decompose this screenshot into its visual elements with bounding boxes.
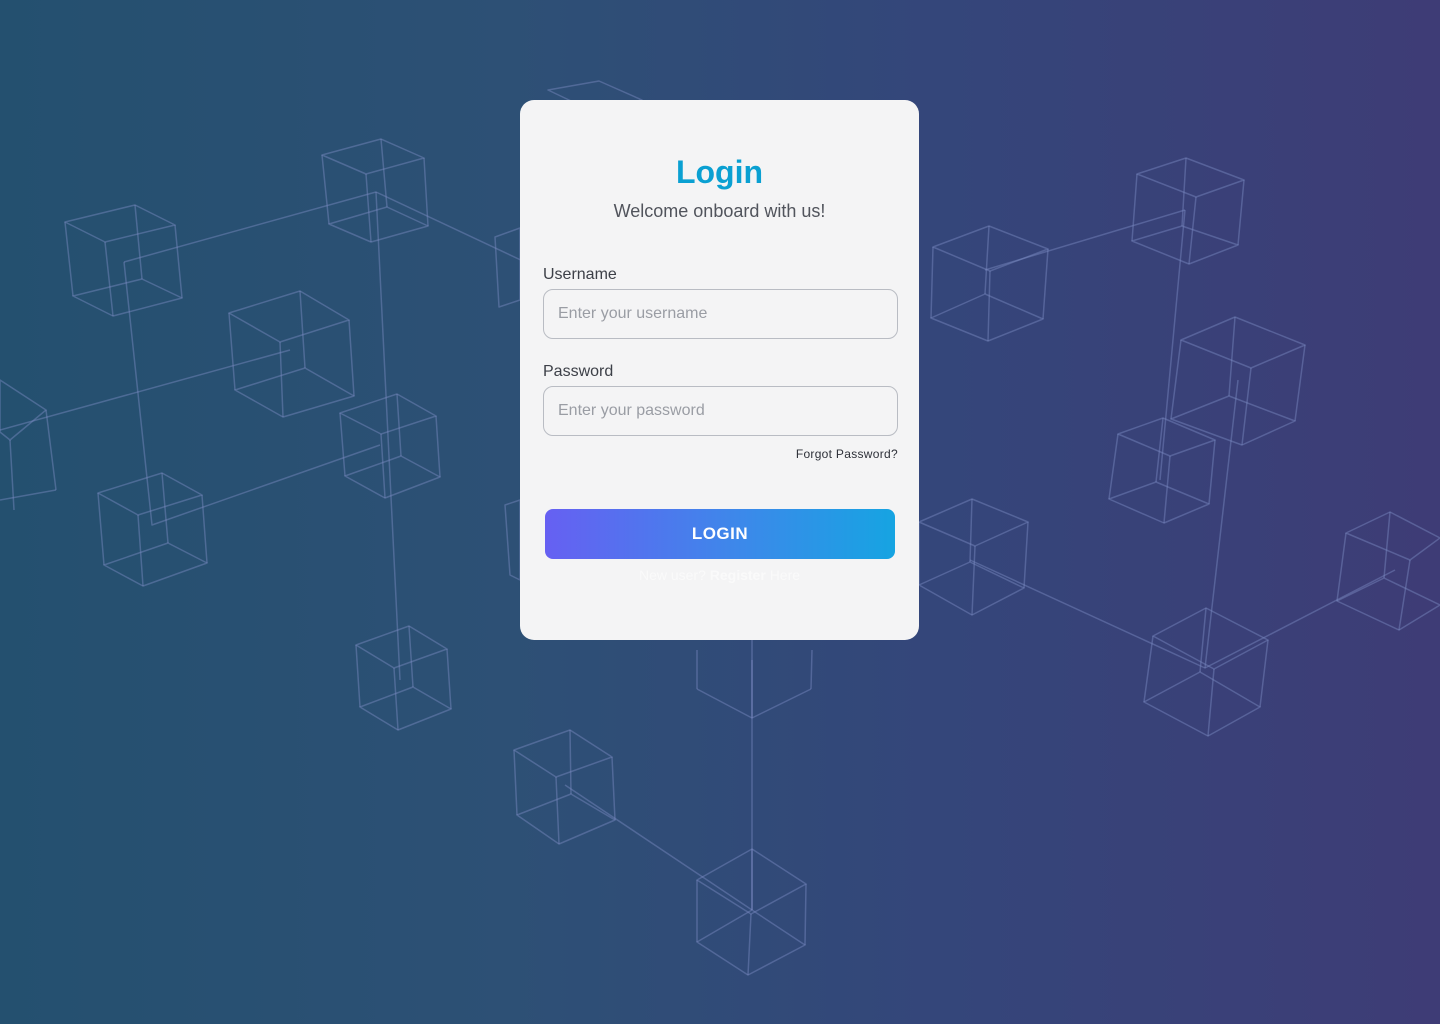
login-card: Login Welcome onboard with us! Username … bbox=[520, 100, 919, 640]
register-prompt-before: New user? bbox=[638, 567, 706, 583]
network-cube bbox=[1143, 607, 1269, 737]
register-prompt-after: Here bbox=[769, 567, 801, 583]
register-link[interactable]: Register bbox=[710, 567, 766, 583]
login-title: Login bbox=[675, 154, 764, 190]
password-label: Password bbox=[543, 363, 614, 380]
network-cube bbox=[696, 649, 813, 719]
network-cube bbox=[1108, 417, 1216, 524]
username-label: Username bbox=[543, 266, 617, 283]
login-subtitle: Welcome onboard with us! bbox=[613, 201, 826, 221]
network-cube bbox=[0, 379, 57, 511]
network-cube bbox=[1131, 157, 1245, 265]
forgot-password-link[interactable]: Forgot Password? bbox=[796, 447, 898, 461]
login-button[interactable]: LOGIN bbox=[545, 509, 895, 559]
network-cube bbox=[930, 225, 1049, 342]
network-cube bbox=[97, 472, 208, 587]
network-cube bbox=[494, 227, 521, 308]
network-cube bbox=[918, 498, 1029, 616]
register-prompt: New user? Register Here bbox=[520, 567, 919, 583]
network-cube bbox=[64, 204, 183, 317]
network-cube bbox=[1336, 511, 1440, 631]
network-cube bbox=[321, 138, 429, 243]
username-input[interactable] bbox=[543, 289, 898, 339]
network-cube bbox=[228, 290, 355, 418]
network-cube bbox=[696, 848, 807, 976]
network-cube bbox=[355, 625, 452, 731]
network-cube bbox=[513, 729, 616, 845]
password-input[interactable] bbox=[543, 386, 898, 436]
network-cube bbox=[504, 499, 521, 581]
